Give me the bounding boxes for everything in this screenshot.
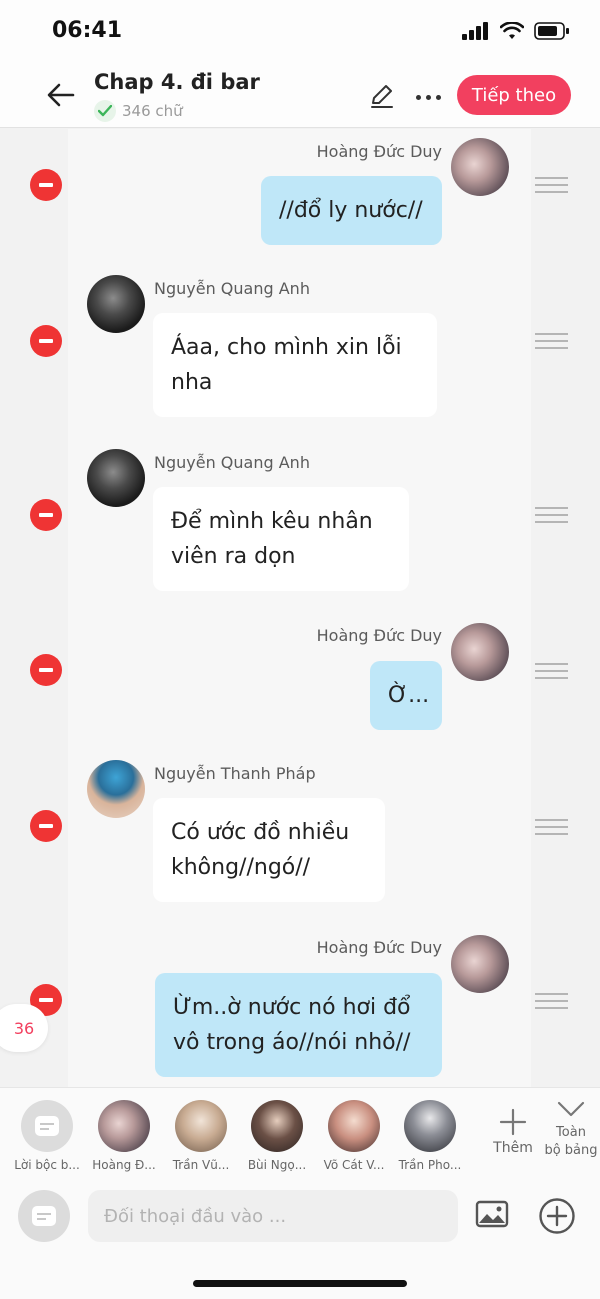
character-label: Lời bộc b... — [14, 1158, 80, 1172]
dialogue-input[interactable] — [88, 1190, 458, 1242]
next-button[interactable]: Tiếp theo — [457, 75, 571, 115]
delete-message-button[interactable] — [30, 325, 62, 357]
insert-image-button[interactable] — [475, 1199, 509, 1229]
wifi-icon — [500, 22, 524, 39]
avatar[interactable] — [451, 138, 509, 196]
show-all-button[interactable]: Toàn bộ bảng — [540, 1100, 600, 1160]
message-bubble[interactable]: Áaa, cho mình xin lỗi nha — [153, 313, 437, 417]
avatar[interactable] — [87, 449, 145, 507]
show-all-label-line1: Toàn — [556, 1125, 586, 1140]
chapter-title: Chap 4. đi bar — [94, 70, 260, 94]
delete-message-button[interactable] — [30, 499, 62, 531]
character-label: Võ Cát V... — [323, 1158, 385, 1172]
avatar[interactable] — [451, 623, 509, 681]
character-avatar — [328, 1100, 380, 1152]
character-item[interactable]: Trần Vũ... — [165, 1100, 237, 1172]
sender-name: Hoàng Đức Duy — [316, 142, 442, 161]
battery-icon — [534, 22, 569, 40]
message-bubble[interactable]: //đổ ly nước// — [261, 176, 442, 245]
message-bubble[interactable]: Ừm..ờ nước nó hơi đổ vô trong áo//nói nh… — [155, 973, 442, 1077]
sender-name: Nguyễn Quang Anh — [154, 279, 310, 298]
character-narrator[interactable]: Lời bộc b... — [11, 1100, 83, 1172]
message-bubble[interactable]: Có ước đồ nhiều không//ngó// — [153, 798, 385, 902]
character-label: Bùi Ngọ... — [247, 1158, 307, 1172]
character-avatar — [175, 1100, 227, 1152]
character-item[interactable]: Võ Cát V... — [318, 1100, 390, 1172]
character-item[interactable]: Bùi Ngọ... — [241, 1100, 313, 1172]
narrator-icon — [21, 1100, 73, 1152]
narrator-icon — [32, 1206, 56, 1226]
sender-name: Hoàng Đức Duy — [316, 626, 442, 645]
home-indicator[interactable] — [193, 1280, 407, 1287]
edit-button[interactable] — [368, 82, 398, 112]
add-more-button[interactable] — [538, 1197, 576, 1235]
drag-handle-icon[interactable] — [535, 507, 568, 523]
character-label: Trần Vũ... — [172, 1158, 230, 1172]
delete-message-button[interactable] — [30, 654, 62, 686]
signal-icon — [462, 22, 488, 40]
pencil-icon — [371, 85, 393, 108]
back-arrow-icon — [47, 83, 75, 107]
avatar[interactable] — [87, 275, 145, 333]
add-character-button[interactable]: Thêm — [484, 1108, 542, 1156]
show-all-label-line2: bộ bảng — [544, 1143, 598, 1158]
character-bar: Lời bộc b... Hoàng Đ... Trần Vũ... Bùi N… — [0, 1087, 600, 1179]
word-count-label: 346 chữ — [122, 102, 183, 120]
status-bar: 06:41 — [0, 0, 600, 62]
word-count: 346 chữ — [94, 100, 183, 122]
character-avatar — [251, 1100, 303, 1152]
plus-circle-icon — [539, 1198, 575, 1234]
character-label: Hoàng Đ... — [92, 1158, 156, 1172]
character-item[interactable]: Hoàng Đ... — [88, 1100, 160, 1172]
more-options-button[interactable] — [410, 82, 446, 112]
narration-toggle-button[interactable] — [18, 1190, 70, 1242]
character-label: Trần Pho... — [398, 1158, 462, 1172]
input-row — [0, 1179, 600, 1299]
unread-count-badge[interactable]: 36 — [0, 1004, 48, 1052]
chapter-header: Chap 4. đi bar 346 chữ Tiếp theo — [0, 62, 600, 128]
drag-handle-icon[interactable] — [535, 993, 568, 1009]
chat-area[interactable]: Hoàng Đức Duy //đổ ly nước// Nguyễn Quan… — [0, 129, 600, 1087]
drag-handle-icon[interactable] — [535, 333, 568, 349]
delete-message-button[interactable] — [30, 169, 62, 201]
avatar[interactable] — [451, 935, 509, 993]
sender-name: Nguyễn Quang Anh — [154, 453, 310, 472]
character-item[interactable]: Trần Pho... — [394, 1100, 466, 1172]
status-icons — [462, 22, 570, 40]
plus-icon — [499, 1108, 527, 1136]
drag-handle-icon[interactable] — [535, 663, 568, 679]
message-bubble[interactable]: Để mình kêu nhân viên ra dọn — [153, 487, 409, 591]
image-icon — [475, 1200, 509, 1228]
drag-handle-icon[interactable] — [535, 177, 568, 193]
character-avatar — [98, 1100, 150, 1152]
message-bubble[interactable]: Ờ... — [370, 661, 442, 730]
check-icon — [94, 100, 116, 122]
sender-name: Nguyễn Thanh Pháp — [154, 764, 316, 783]
character-avatar — [404, 1100, 456, 1152]
avatar[interactable] — [87, 760, 145, 818]
drag-handle-icon[interactable] — [535, 819, 568, 835]
back-button[interactable] — [44, 78, 78, 112]
add-character-label: Thêm — [493, 1140, 533, 1156]
chevron-down-icon — [557, 1101, 585, 1117]
status-time: 06:41 — [52, 18, 123, 43]
delete-message-button[interactable] — [30, 810, 62, 842]
more-dots-icon — [415, 94, 421, 100]
sender-name: Hoàng Đức Duy — [316, 938, 442, 957]
